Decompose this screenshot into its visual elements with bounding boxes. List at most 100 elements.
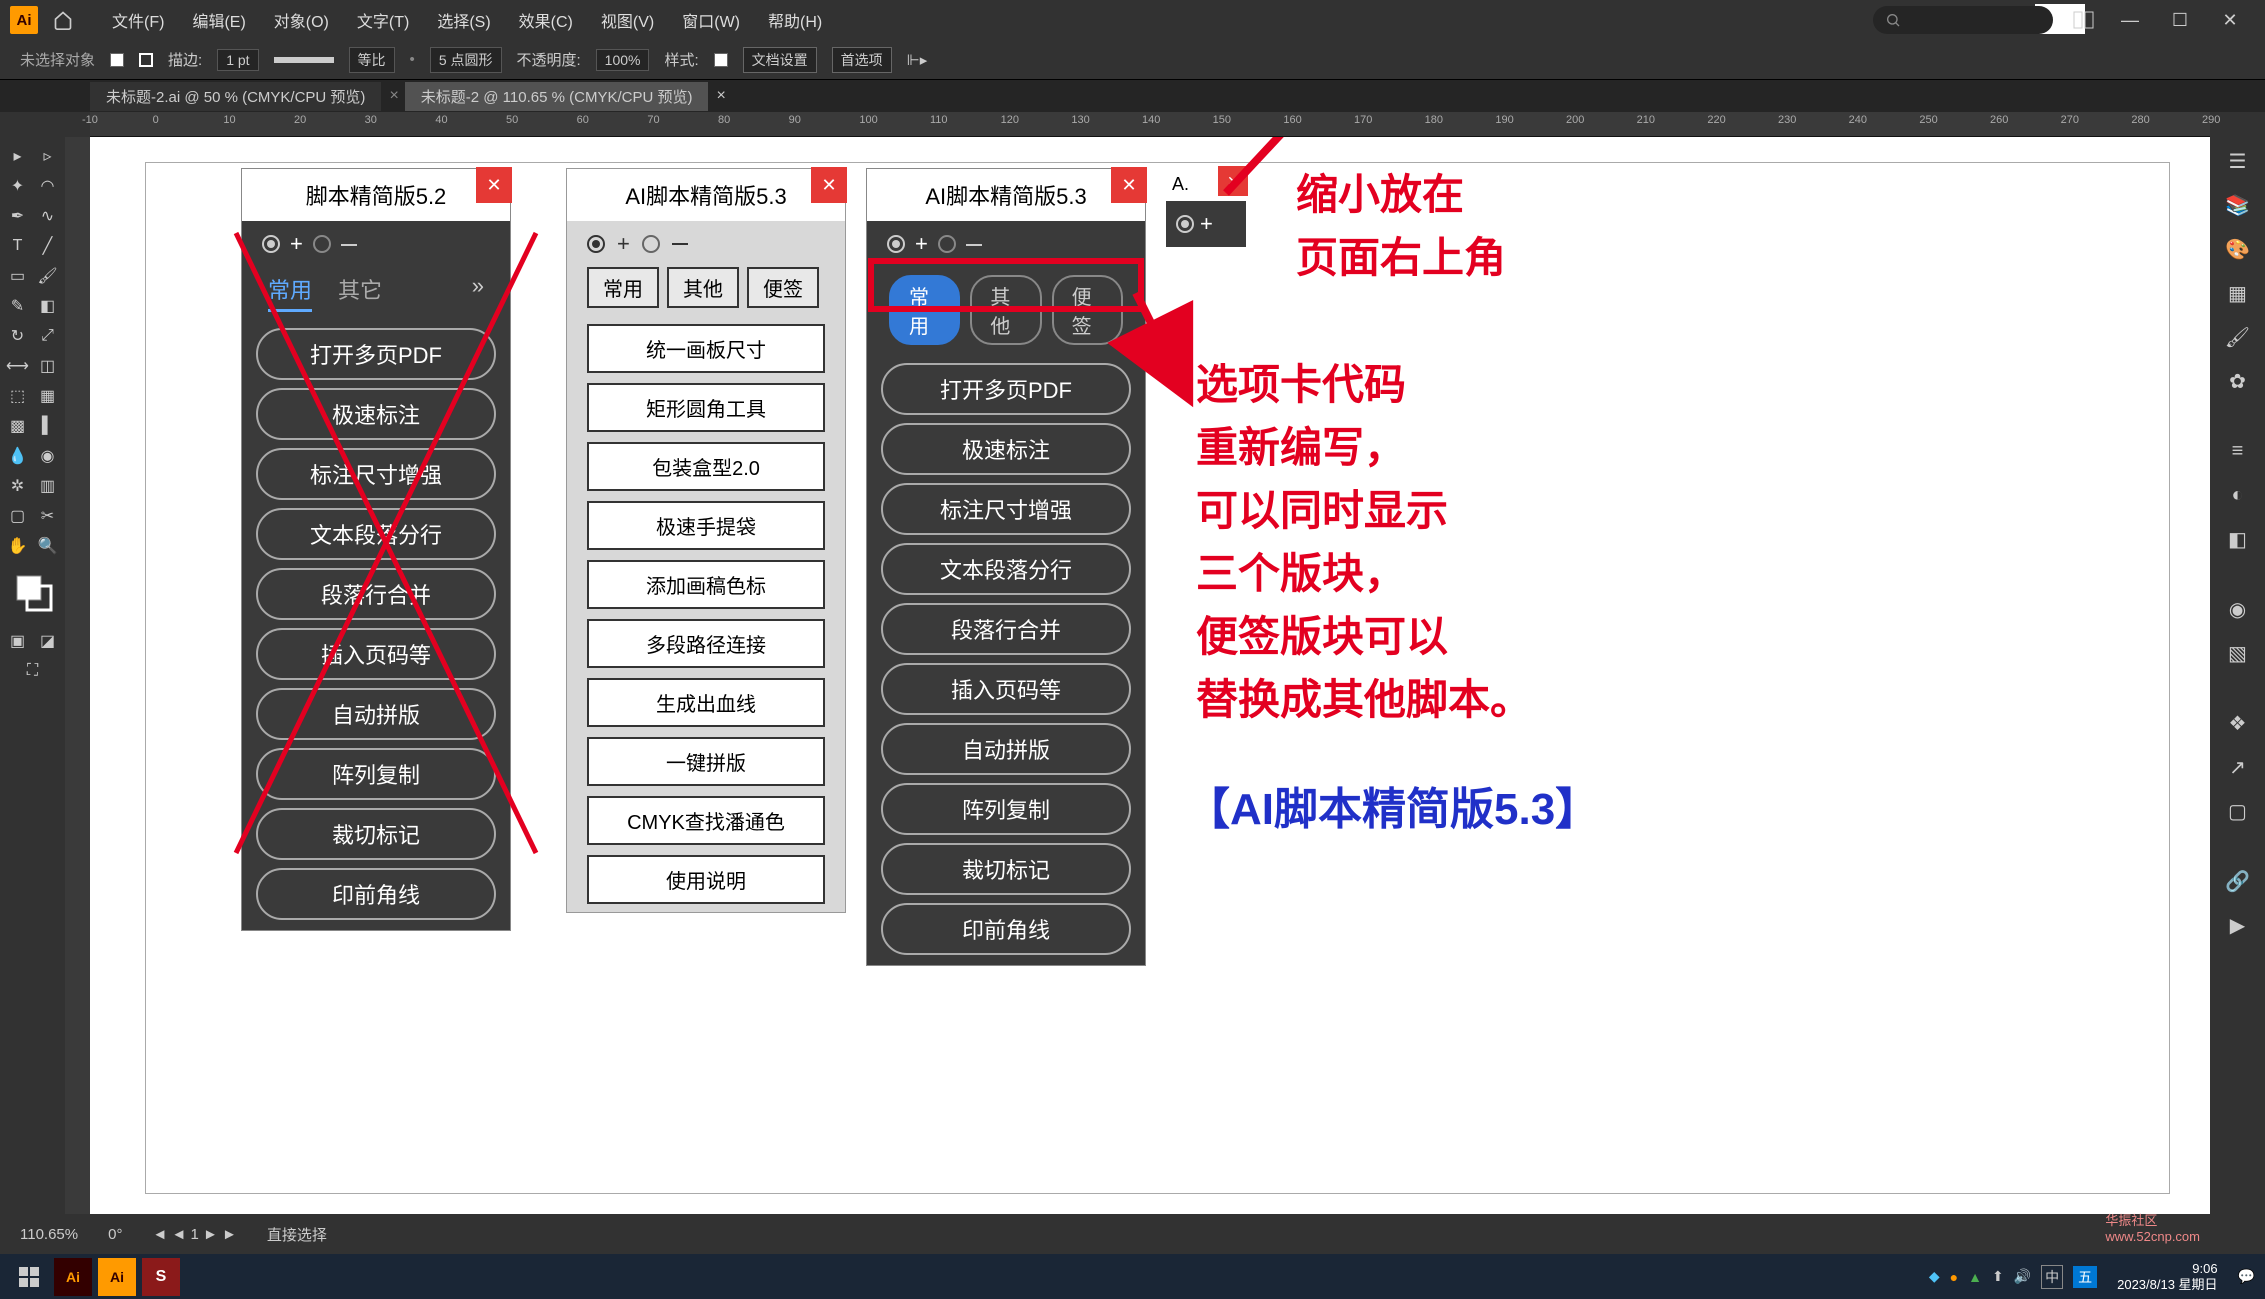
list-item[interactable]: 段落行合并 [881,603,1131,655]
fill-stroke-swatch[interactable] [13,572,53,612]
curvature-tool[interactable]: ∿ [34,202,62,230]
tray-icon[interactable]: ⬆ [1992,1268,2004,1285]
doc-tab-2[interactable]: 未标题-2 @ 110.65 % (CMYK/CPU 预览) [405,82,709,111]
prefs-button[interactable]: 首选项 [832,47,892,73]
list-item[interactable]: CMYK查找潘通色 [587,796,825,845]
libraries-icon[interactable]: 📚 [2219,186,2257,224]
shape-builder-tool[interactable]: ⬚ [4,382,32,410]
close-icon[interactable]: ✕ [476,167,512,203]
style-swatch[interactable] [714,53,728,67]
uniform-select[interactable]: 等比 [349,47,395,73]
tab-common[interactable]: 常用 [268,273,312,312]
draw-normal[interactable]: ▣ [4,627,32,655]
minus-icon[interactable] [341,244,357,246]
swatches-icon[interactable]: ▦ [2219,274,2257,312]
stroke-profile[interactable] [274,57,334,63]
artboard-tool[interactable]: ▢ [4,502,32,530]
volume-icon[interactable]: 🔊 [2014,1268,2031,1285]
layers-icon[interactable]: ❖ [2219,704,2257,742]
list-item[interactable]: 标注尺寸增强 [256,448,496,500]
list-item[interactable]: 极速标注 [881,423,1131,475]
draw-behind[interactable]: ◪ [34,627,62,655]
close-icon[interactable]: ✕ [1111,167,1147,203]
brushes-icon[interactable]: 🖌 [2219,318,2257,356]
screen-mode[interactable]: ⛶ [19,657,47,685]
rotate-tool[interactable]: ↻ [4,322,32,350]
color-icon[interactable]: 🎨 [2219,230,2257,268]
radio-on-icon[interactable] [887,235,905,253]
tab-common[interactable]: 常用 [587,267,659,308]
home-icon[interactable] [48,5,78,35]
align-icon[interactable]: ⊩▸ [907,51,928,69]
fill-swatch[interactable] [110,53,124,67]
close-icon[interactable]: ✕ [1218,166,1248,196]
play-icon[interactable]: ▶ [2219,906,2257,944]
ime-icon-2[interactable]: 五 [2073,1266,2097,1288]
list-item[interactable]: 统一画板尺寸 [587,324,825,373]
list-item[interactable]: 自动拼版 [881,723,1131,775]
plus-icon[interactable]: + [915,231,928,257]
taskbar-app[interactable]: S [142,1258,180,1296]
list-item[interactable]: 插入页码等 [256,628,496,680]
graph-tool[interactable]: ▥ [34,472,62,500]
doc-setup-button[interactable]: 文档设置 [743,47,817,73]
tray-icon[interactable]: ◆ [1929,1268,1940,1285]
tab-other[interactable]: 其它 [338,273,382,312]
menu-edit[interactable]: 编辑(E) [178,8,259,32]
ime-icon[interactable]: 中 [2041,1265,2063,1289]
list-item[interactable]: 打开多页PDF [256,328,496,380]
menu-help[interactable]: 帮助(H) [754,8,836,32]
close-button[interactable]: ✕ [2215,5,2245,35]
magic-wand-tool[interactable]: ✦ [4,172,32,200]
minimize-button[interactable]: — [2115,5,2145,35]
close-icon[interactable]: ✕ [811,167,847,203]
zoom-level[interactable]: 110.65% [20,1226,78,1243]
tray-icon[interactable]: ▲ [1968,1269,1982,1285]
menu-view[interactable]: 视图(V) [587,8,668,32]
menu-file[interactable]: 文件(F) [98,8,178,32]
list-item[interactable]: 文本段落分行 [881,543,1131,595]
list-item[interactable]: 包装盒型2.0 [587,442,825,491]
mesh-tool[interactable]: ▩ [4,412,32,440]
list-item[interactable]: 添加画稿色标 [587,560,825,609]
graphic-styles-icon[interactable]: ▧ [2219,634,2257,672]
radio-off-icon[interactable] [642,235,660,253]
stroke-weight-input[interactable]: 1 pt [217,49,258,71]
asset-export-icon[interactable]: ↗ [2219,748,2257,786]
radio-on-icon[interactable] [1176,215,1194,233]
list-item[interactable]: 打开多页PDF [881,363,1131,415]
eyedropper-tool[interactable]: 💧 [4,442,32,470]
stroke-panel-icon[interactable]: ≡ [2219,432,2257,470]
radio-off-icon[interactable] [938,235,956,253]
taskbar-ai-1[interactable]: Ai [54,1258,92,1296]
list-item[interactable]: 使用说明 [587,855,825,904]
search-input[interactable] [1873,6,2053,34]
list-item[interactable]: 插入页码等 [881,663,1131,715]
lasso-tool[interactable]: ◠ [34,172,62,200]
list-item[interactable]: 裁切标记 [256,808,496,860]
width-tool[interactable]: ⟷ [4,352,32,380]
artboard-nav[interactable]: ◄ ◄ 1 ► ► [152,1226,236,1243]
list-item[interactable]: 印前角线 [256,868,496,920]
line-tool[interactable]: ╱ [34,232,62,260]
shaper-tool[interactable]: ✎ [4,292,32,320]
type-tool[interactable]: T [4,232,32,260]
free-transform-tool[interactable]: ◫ [34,352,62,380]
list-item[interactable]: 阵列复制 [881,783,1131,835]
zoom-tool[interactable]: 🔍 [34,532,62,560]
direct-selection-tool[interactable]: ▹ [34,142,62,170]
symbols-icon[interactable]: ✿ [2219,362,2257,400]
properties-panel-icon[interactable]: ☰ [2219,142,2257,180]
list-item[interactable]: 矩形圆角工具 [587,383,825,432]
arrange-icon[interactable] [2073,11,2095,29]
menu-object[interactable]: 对象(O) [260,8,343,32]
list-item[interactable]: 文本段落分行 [256,508,496,560]
doc-tab-1[interactable]: 未标题-2.ai @ 50 % (CMYK/CPU 预览) [90,82,381,111]
brush-tool[interactable]: 🖌 [34,262,62,290]
artboards-icon[interactable]: ▢ [2219,792,2257,830]
perspective-tool[interactable]: ▦ [34,382,62,410]
tab-notes[interactable]: 便签 [747,267,819,308]
list-item[interactable]: 阵列复制 [256,748,496,800]
menu-effect[interactable]: 效果(C) [505,8,587,32]
list-item[interactable]: 标注尺寸增强 [881,483,1131,535]
